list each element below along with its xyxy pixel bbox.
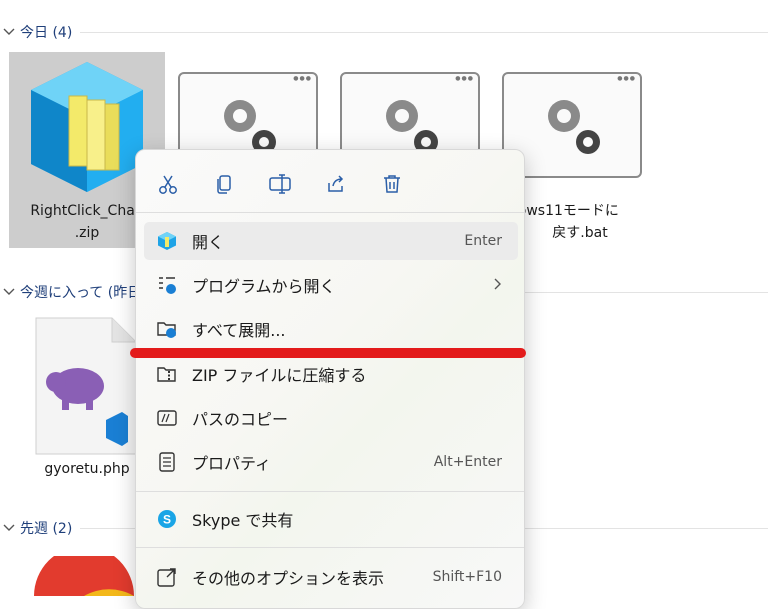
menu-item-open-with[interactable]: プログラムから開く [144,266,518,304]
menu-item-label: Skype で共有 [192,511,294,530]
menu-item-label: プログラムから開く [192,277,336,296]
menu-item-more-options[interactable]: その他のオプションを表示 Shift+F10 [144,558,518,596]
menu-item-label: すべて展開... [192,321,286,340]
more-options-icon [156,566,178,588]
menu-divider [136,547,524,548]
share-button[interactable] [318,166,354,202]
svg-text:S: S [163,513,171,527]
menu-divider [136,212,524,213]
group-divider [80,31,768,33]
file-extension: 戻す.bat [552,225,608,241]
menu-item-skype-share[interactable]: S Skype で共有 [144,500,518,538]
group-label: 先週 (2) [20,521,73,537]
group-label: 今週に入って (昨日 [20,285,142,301]
menu-item-copy-path[interactable]: パスのコピー [144,399,518,437]
menu-item-label: ZIP ファイルに圧縮する [192,366,367,385]
path-copy-icon [156,407,178,429]
red-highlight-line [130,348,526,358]
menu-item-shortcut: Alt+Enter [433,454,502,470]
gear-icon [548,100,600,154]
php-file-icon [35,317,137,455]
menu-item-label: パスのコピー [192,410,289,429]
menu-item-open[interactable]: 開く Enter [144,222,518,260]
chevron-down-icon [3,288,15,295]
rename-button[interactable] [262,166,298,202]
zip-archive-icon [31,62,143,192]
chevron-down-icon [3,524,15,531]
skype-icon: S [156,508,178,530]
zip-open-icon [156,230,178,252]
menu-item-extract-all[interactable]: すべて展開... [144,310,518,348]
copy-icon [217,175,231,194]
zip-compress-icon [156,363,178,385]
copy-button[interactable] [206,166,242,202]
delete-button[interactable] [374,166,410,202]
chevron-right-icon [492,276,502,295]
context-menu: 開く Enter プログラムから開く すべて展開... ZIP ファイルに圧縮す… [135,149,525,609]
chevron-down-icon [3,28,15,35]
menu-divider [136,491,524,492]
menu-item-shortcut: Shift+F10 [432,569,502,585]
menu-item-label: その他のオプションを表示 [192,569,385,588]
open-with-icon [156,274,178,296]
properties-icon [156,451,178,473]
group-header-today[interactable]: 今日 (4) [0,20,768,44]
rename-icon [269,174,291,194]
menu-item-label: 開く [192,233,225,252]
file-name: gyoretu.php [44,461,130,477]
menu-item-shortcut: Enter [464,233,502,249]
menu-item-properties[interactable]: プロパティ Alt+Enter [144,443,518,481]
share-icon [328,175,344,192]
file-tile-php[interactable]: gyoretu.php [22,312,152,482]
quick-action-bar [136,158,524,206]
cut-button[interactable] [150,166,186,202]
trash-icon [384,175,400,193]
menu-item-label: プロパティ [192,454,272,473]
chrome-app-icon [34,556,134,596]
menu-item-compress-zip[interactable]: ZIP ファイルに圧縮する [144,355,518,393]
group-label: 今日 (4) [20,25,73,41]
folder-extract-icon [156,318,178,340]
cut-icon [159,175,177,194]
